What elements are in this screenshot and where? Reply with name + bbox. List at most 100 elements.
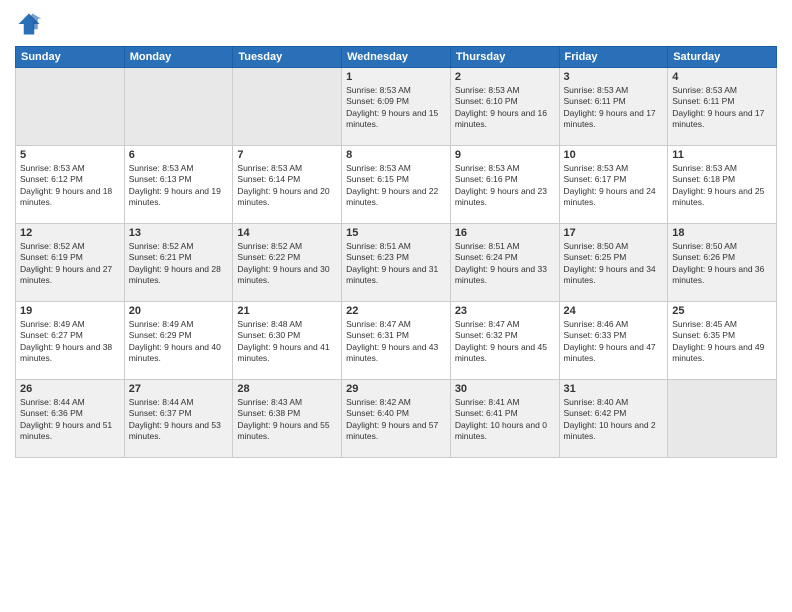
day-info: Sunrise: 8:51 AMSunset: 6:24 PMDaylight:… [455,241,555,287]
day-number: 9 [455,149,555,161]
weekday-header: Tuesday [233,47,342,68]
day-info: Sunrise: 8:53 AMSunset: 6:13 PMDaylight:… [129,163,229,209]
day-number: 7 [237,149,337,161]
day-info: Sunrise: 8:46 AMSunset: 6:33 PMDaylight:… [564,319,664,365]
day-number: 26 [20,383,120,395]
weekday-header: Saturday [668,47,777,68]
calendar-cell [124,68,233,146]
day-number: 17 [564,227,664,239]
day-info: Sunrise: 8:45 AMSunset: 6:35 PMDaylight:… [672,319,772,365]
calendar-cell: 14 Sunrise: 8:52 AMSunset: 6:22 PMDayligh… [233,224,342,302]
day-number: 14 [237,227,337,239]
logo-icon [15,10,43,38]
calendar-week-row: 5 Sunrise: 8:53 AMSunset: 6:12 PMDaylight… [16,146,777,224]
day-number: 16 [455,227,555,239]
day-number: 3 [564,71,664,83]
calendar-cell: 24 Sunrise: 8:46 AMSunset: 6:33 PMDayligh… [559,302,668,380]
day-number: 21 [237,305,337,317]
day-info: Sunrise: 8:42 AMSunset: 6:40 PMDaylight:… [346,397,446,443]
header [15,10,777,38]
calendar-cell: 18 Sunrise: 8:50 AMSunset: 6:26 PMDayligh… [668,224,777,302]
day-info: Sunrise: 8:47 AMSunset: 6:31 PMDaylight:… [346,319,446,365]
day-number: 15 [346,227,446,239]
day-number: 6 [129,149,229,161]
calendar-cell: 31 Sunrise: 8:40 AMSunset: 6:42 PMDayligh… [559,380,668,458]
day-number: 24 [564,305,664,317]
day-info: Sunrise: 8:53 AMSunset: 6:11 PMDaylight:… [672,85,772,131]
day-info: Sunrise: 8:53 AMSunset: 6:14 PMDaylight:… [237,163,337,209]
calendar-cell: 12 Sunrise: 8:52 AMSunset: 6:19 PMDayligh… [16,224,125,302]
day-info: Sunrise: 8:53 AMSunset: 6:15 PMDaylight:… [346,163,446,209]
day-info: Sunrise: 8:53 AMSunset: 6:16 PMDaylight:… [455,163,555,209]
day-info: Sunrise: 8:47 AMSunset: 6:32 PMDaylight:… [455,319,555,365]
calendar-cell: 21 Sunrise: 8:48 AMSunset: 6:30 PMDayligh… [233,302,342,380]
logo [15,10,47,38]
day-info: Sunrise: 8:53 AMSunset: 6:12 PMDaylight:… [20,163,120,209]
calendar-cell [233,68,342,146]
day-number: 31 [564,383,664,395]
day-number: 8 [346,149,446,161]
calendar-cell: 26 Sunrise: 8:44 AMSunset: 6:36 PMDayligh… [16,380,125,458]
day-number: 20 [129,305,229,317]
day-info: Sunrise: 8:49 AMSunset: 6:27 PMDaylight:… [20,319,120,365]
day-info: Sunrise: 8:52 AMSunset: 6:22 PMDaylight:… [237,241,337,287]
day-info: Sunrise: 8:50 AMSunset: 6:26 PMDaylight:… [672,241,772,287]
calendar-cell: 20 Sunrise: 8:49 AMSunset: 6:29 PMDayligh… [124,302,233,380]
calendar-cell: 4Sunrise: 8:53 AMSunset: 6:11 PMDaylight… [668,68,777,146]
calendar-week-row: 26 Sunrise: 8:44 AMSunset: 6:36 PMDayligh… [16,380,777,458]
day-number: 10 [564,149,664,161]
calendar-cell: 9 Sunrise: 8:53 AMSunset: 6:16 PMDaylight… [450,146,559,224]
day-info: Sunrise: 8:44 AMSunset: 6:36 PMDaylight:… [20,397,120,443]
day-info: Sunrise: 8:49 AMSunset: 6:29 PMDaylight:… [129,319,229,365]
day-info: Sunrise: 8:44 AMSunset: 6:37 PMDaylight:… [129,397,229,443]
day-info: Sunrise: 8:51 AMSunset: 6:23 PMDaylight:… [346,241,446,287]
calendar-cell [16,68,125,146]
day-number: 11 [672,149,772,161]
calendar-cell: 17 Sunrise: 8:50 AMSunset: 6:25 PMDayligh… [559,224,668,302]
day-info: Sunrise: 8:52 AMSunset: 6:21 PMDaylight:… [129,241,229,287]
day-info: Sunrise: 8:40 AMSunset: 6:42 PMDaylight:… [564,397,664,443]
day-info: Sunrise: 8:52 AMSunset: 6:19 PMDaylight:… [20,241,120,287]
calendar-cell: 16 Sunrise: 8:51 AMSunset: 6:24 PMDayligh… [450,224,559,302]
day-number: 30 [455,383,555,395]
day-number: 25 [672,305,772,317]
calendar-cell: 5 Sunrise: 8:53 AMSunset: 6:12 PMDaylight… [16,146,125,224]
calendar-cell: 3 Sunrise: 8:53 AMSunset: 6:11 PMDaylight… [559,68,668,146]
calendar-cell: 19Sunrise: 8:49 AMSunset: 6:27 PMDayligh… [16,302,125,380]
day-number: 1 [346,71,446,83]
day-number: 28 [237,383,337,395]
day-number: 5 [20,149,120,161]
calendar-cell: 28 Sunrise: 8:43 AMSunset: 6:38 PMDayligh… [233,380,342,458]
day-number: 27 [129,383,229,395]
day-info: Sunrise: 8:53 AMSunset: 6:10 PMDaylight:… [455,85,555,131]
weekday-header: Wednesday [342,47,451,68]
page: SundayMondayTuesdayWednesdayThursdayFrid… [0,0,792,612]
weekday-header: Thursday [450,47,559,68]
weekday-header-row: SundayMondayTuesdayWednesdayThursdayFrid… [16,47,777,68]
day-number: 12 [20,227,120,239]
day-info: Sunrise: 8:53 AMSunset: 6:18 PMDaylight:… [672,163,772,209]
calendar-cell: 7 Sunrise: 8:53 AMSunset: 6:14 PMDaylight… [233,146,342,224]
calendar-cell: 25 Sunrise: 8:45 AMSunset: 6:35 PMDayligh… [668,302,777,380]
weekday-header: Friday [559,47,668,68]
day-info: Sunrise: 8:41 AMSunset: 6:41 PMDaylight:… [455,397,555,443]
calendar-cell: 1 Sunrise: 8:53 AMSunset: 6:09 PMDaylight… [342,68,451,146]
day-number: 18 [672,227,772,239]
day-number: 13 [129,227,229,239]
day-info: Sunrise: 8:53 AMSunset: 6:09 PMDaylight:… [346,85,446,131]
day-info: Sunrise: 8:48 AMSunset: 6:30 PMDaylight:… [237,319,337,365]
calendar-week-row: 19Sunrise: 8:49 AMSunset: 6:27 PMDayligh… [16,302,777,380]
day-number: 2 [455,71,555,83]
day-info: Sunrise: 8:43 AMSunset: 6:38 PMDaylight:… [237,397,337,443]
calendar-week-row: 1 Sunrise: 8:53 AMSunset: 6:09 PMDaylight… [16,68,777,146]
day-info: Sunrise: 8:50 AMSunset: 6:25 PMDaylight:… [564,241,664,287]
calendar-cell: 29Sunrise: 8:42 AMSunset: 6:40 PMDayligh… [342,380,451,458]
day-number: 23 [455,305,555,317]
calendar-week-row: 12 Sunrise: 8:52 AMSunset: 6:19 PMDayligh… [16,224,777,302]
calendar-cell: 22Sunrise: 8:47 AMSunset: 6:31 PMDayligh… [342,302,451,380]
calendar-cell: 27 Sunrise: 8:44 AMSunset: 6:37 PMDayligh… [124,380,233,458]
calendar-cell: 6 Sunrise: 8:53 AMSunset: 6:13 PMDaylight… [124,146,233,224]
calendar-cell: 15 Sunrise: 8:51 AMSunset: 6:23 PMDayligh… [342,224,451,302]
day-info: Sunrise: 8:53 AMSunset: 6:11 PMDaylight:… [564,85,664,131]
calendar-cell: 8 Sunrise: 8:53 AMSunset: 6:15 PMDaylight… [342,146,451,224]
